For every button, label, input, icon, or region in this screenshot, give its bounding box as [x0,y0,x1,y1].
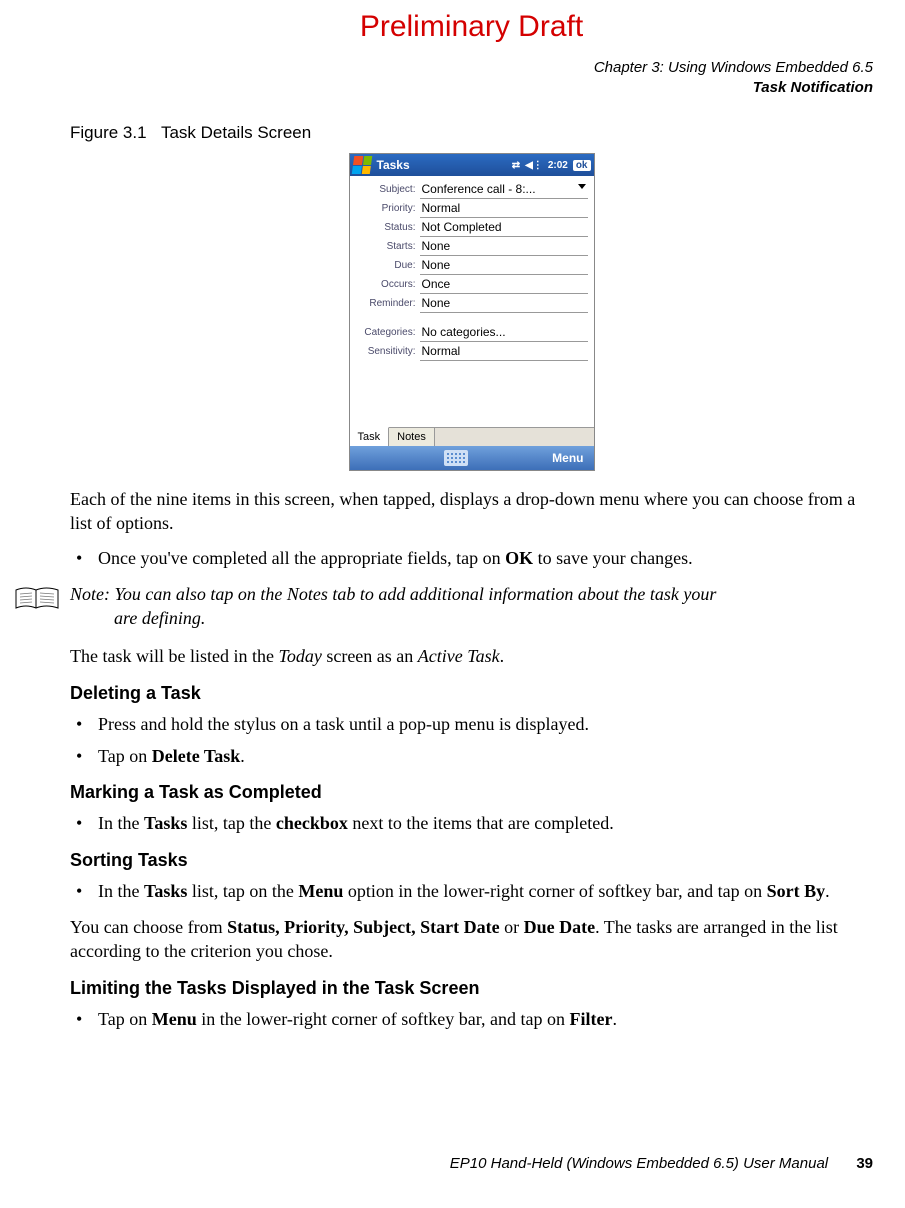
row-reminder: Reminder: None [356,294,588,313]
value-priority[interactable]: Normal [420,199,588,218]
status-icons: ⇄ ◀⋮ 2:02 ok [512,160,591,171]
paragraph: You can choose from Status, Priority, Su… [70,915,873,964]
clock: 2:02 [548,160,568,171]
device-tabs: Task Notes [350,427,594,446]
row-starts: Starts: None [356,237,588,256]
device-screenshot: Tasks ⇄ ◀⋮ 2:02 ok Subject: Conference c… [349,153,595,471]
figure-number: Figure 3.1 [70,123,147,143]
device-body: Subject: Conference call - 8:... Priorit… [350,176,594,427]
device-titlebar: Tasks ⇄ ◀⋮ 2:02 ok [350,154,594,176]
row-status: Status: Not Completed [356,218,588,237]
label: Due: [356,260,420,271]
paragraph: The task will be listed in the Today scr… [70,644,873,668]
subheading-marking: Marking a Task as Completed [70,782,873,803]
screenshot-figure: Tasks ⇄ ◀⋮ 2:02 ok Subject: Conference c… [70,153,873,471]
note-block: Note: You can also tap on the Notes tab … [14,582,873,631]
value-occurs[interactable]: Once [420,275,588,294]
subheading-deleting: Deleting a Task [70,683,873,704]
windows-logo-icon [351,156,372,174]
manual-title: EP10 Hand-Held (Windows Embedded 6.5) Us… [450,1155,828,1172]
list-item: Tap on Delete Task. [98,744,873,768]
page-footer: EP10 Hand-Held (Windows Embedded 6.5) Us… [450,1155,873,1172]
tab-notes[interactable]: Notes [389,428,435,446]
list-item: In the Tasks list, tap on the Menu optio… [98,879,873,903]
value-starts[interactable]: None [420,237,588,256]
row-priority: Priority: Normal [356,199,588,218]
paragraph: Each of the nine items in this screen, w… [70,487,873,536]
app-title: Tasks [377,158,512,172]
label: Status: [356,222,420,233]
ok-button[interactable]: ok [573,160,591,171]
list-item: Tap on Menu in the lower-right corner of… [98,1007,873,1031]
row-occurs: Occurs: Once [356,275,588,294]
value-subject[interactable]: Conference call - 8:... [420,180,588,199]
book-icon [14,584,60,619]
header-section: Task Notification [70,78,873,98]
page-number: 39 [856,1155,873,1172]
figure-title: Task Details Screen [161,123,311,142]
label: Sensitivity: [356,346,420,357]
label: Subject: [356,184,420,195]
keyboard-icon[interactable] [444,450,468,466]
row-categories: Categories: No categories... [356,323,588,342]
label: Starts: [356,241,420,252]
value-status[interactable]: Not Completed [420,218,588,237]
label: Categories: [356,327,420,338]
page-header: Chapter 3: Using Windows Embedded 6.5 Ta… [70,58,873,97]
softkey-menu[interactable]: Menu [552,451,583,465]
device-softkey-bar: Menu [350,446,594,470]
value-categories[interactable]: No categories... [420,323,588,342]
row-sensitivity: Sensitivity: Normal [356,342,588,361]
list-item: Press and hold the stylus on a task unti… [98,712,873,736]
figure-caption: Figure 3.1 Task Details Screen [70,123,873,143]
list-item: Once you've completed all the appropriat… [98,546,873,570]
volume-icon: ◀⋮ [525,160,543,171]
header-chapter: Chapter 3: Using Windows Embedded 6.5 [70,58,873,78]
signal-icon: ⇄ [512,160,520,171]
note-text: Note: You can also tap on the Notes tab … [70,582,873,631]
value-due[interactable]: None [420,256,588,275]
row-due: Due: None [356,256,588,275]
list-item: In the Tasks list, tap the checkbox next… [98,811,873,835]
row-subject: Subject: Conference call - 8:... [356,180,588,199]
draft-banner: Preliminary Draft [70,10,873,44]
value-sensitivity[interactable]: Normal [420,342,588,361]
value-reminder[interactable]: None [420,294,588,313]
label: Occurs: [356,279,420,290]
tab-task[interactable]: Task [350,427,390,446]
label: Priority: [356,203,420,214]
label: Reminder: [356,298,420,309]
subheading-sorting: Sorting Tasks [70,850,873,871]
dropdown-icon [578,184,586,189]
subheading-limiting: Limiting the Tasks Displayed in the Task… [70,978,873,999]
